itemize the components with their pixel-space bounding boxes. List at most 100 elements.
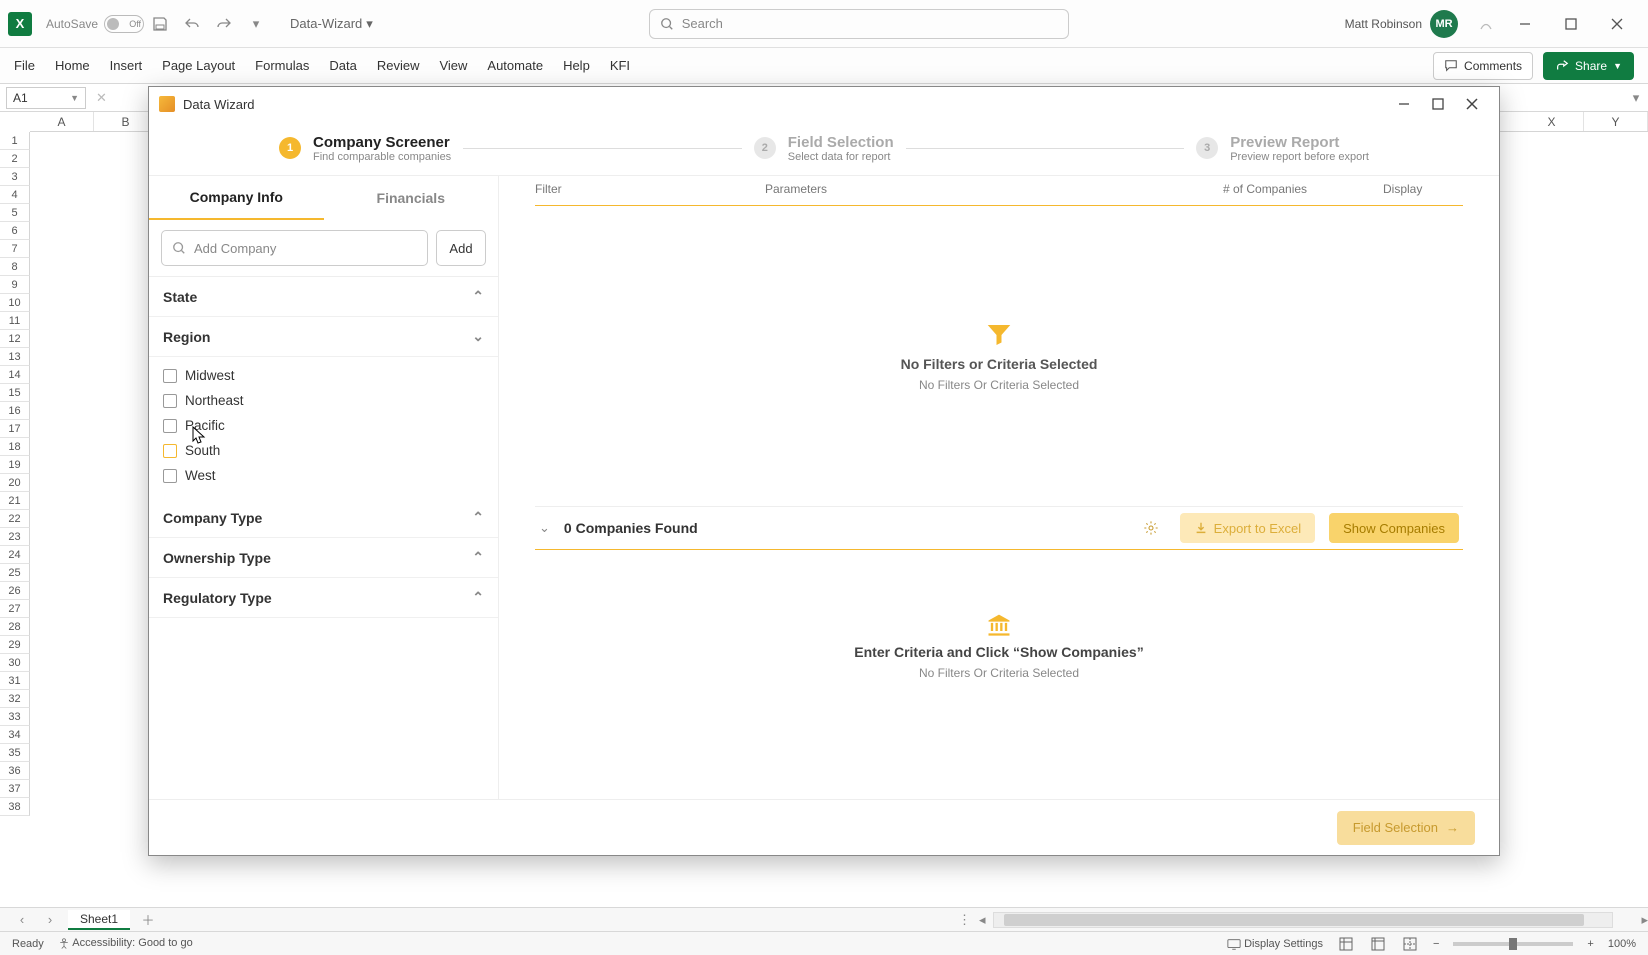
sheet-nav-prev-icon[interactable]: ‹: [12, 912, 32, 927]
results-collapse-icon[interactable]: ⌄: [539, 520, 550, 536]
row-header[interactable]: 27: [0, 600, 30, 618]
ribbon-tab-home[interactable]: Home: [55, 58, 90, 73]
fx-cancel-icon[interactable]: ✕: [96, 90, 107, 106]
row-header[interactable]: 38: [0, 798, 30, 816]
sheet-nav-next-icon[interactable]: ›: [40, 912, 60, 927]
row-header[interactable]: 9: [0, 276, 30, 294]
view-page-break-icon[interactable]: [1401, 935, 1419, 953]
row-header[interactable]: 19: [0, 456, 30, 474]
step-preview-report[interactable]: 3 Preview ReportPreview report before ex…: [1196, 134, 1369, 163]
row-header[interactable]: 14: [0, 366, 30, 384]
wizard-maximize-button[interactable]: [1421, 90, 1455, 118]
wizard-minimize-button[interactable]: [1387, 90, 1421, 118]
column-header[interactable]: Y: [1584, 112, 1648, 131]
display-settings-button[interactable]: Display Settings: [1227, 937, 1323, 951]
row-header[interactable]: 22: [0, 510, 30, 528]
ribbon-tab-formulas[interactable]: Formulas: [255, 58, 309, 73]
save-qat-icon[interactable]: [146, 10, 174, 38]
ribbon-tab-help[interactable]: Help: [563, 58, 590, 73]
wizard-close-button[interactable]: [1455, 90, 1489, 118]
checkbox-south[interactable]: South: [163, 438, 484, 463]
row-header[interactable]: 18: [0, 438, 30, 456]
column-header[interactable]: X: [1520, 112, 1584, 131]
section-regulatory-type[interactable]: Regulatory Type ⌃: [149, 578, 498, 618]
row-header[interactable]: 23: [0, 528, 30, 546]
ribbon-tab-data[interactable]: Data: [329, 58, 356, 73]
tell-me-search[interactable]: Search: [649, 9, 1069, 39]
row-header[interactable]: 2: [0, 150, 30, 168]
step-company-screener[interactable]: 1 Company ScreenerFind comparable compan…: [279, 134, 451, 163]
section-state[interactable]: State ⌃: [149, 277, 498, 317]
show-companies-button[interactable]: Show Companies: [1329, 513, 1459, 543]
qat-overflow-icon[interactable]: ▾: [242, 10, 270, 38]
view-normal-icon[interactable]: [1337, 935, 1355, 953]
row-header[interactable]: 15: [0, 384, 30, 402]
undo-qat-icon[interactable]: [178, 10, 206, 38]
ribbon-tab-insert[interactable]: Insert: [110, 58, 143, 73]
results-settings-button[interactable]: [1136, 513, 1166, 543]
export-to-excel-button[interactable]: Export to Excel: [1180, 513, 1315, 543]
row-header[interactable]: 3: [0, 168, 30, 186]
comments-button[interactable]: Comments: [1433, 52, 1533, 80]
row-header[interactable]: 25: [0, 564, 30, 582]
row-header[interactable]: 36: [0, 762, 30, 780]
row-header[interactable]: 16: [0, 402, 30, 420]
ribbon-tab-review[interactable]: Review: [377, 58, 420, 73]
ribbon-tab-automate[interactable]: Automate: [487, 58, 543, 73]
account-avatar[interactable]: MR: [1430, 10, 1458, 38]
add-company-input[interactable]: Add Company: [161, 230, 428, 266]
column-header[interactable]: A: [30, 112, 94, 131]
window-minimize-button[interactable]: [1502, 8, 1548, 40]
row-header[interactable]: 35: [0, 744, 30, 762]
row-header[interactable]: 29: [0, 636, 30, 654]
accessibility-status[interactable]: Accessibility: Good to go: [58, 937, 193, 949]
section-ownership-type[interactable]: Ownership Type ⌃: [149, 538, 498, 578]
coming-soon-icon[interactable]: [1472, 10, 1500, 38]
row-header[interactable]: 24: [0, 546, 30, 564]
row-header[interactable]: 8: [0, 258, 30, 276]
section-company-type[interactable]: Company Type ⌃: [149, 498, 498, 538]
sheet-tab-sheet1[interactable]: Sheet1: [68, 910, 130, 930]
row-header[interactable]: 30: [0, 654, 30, 672]
ribbon-tab-kfi[interactable]: KFI: [610, 58, 630, 73]
tab-company-info[interactable]: Company Info: [149, 176, 324, 220]
row-header[interactable]: 1: [0, 132, 30, 150]
row-header[interactable]: 12: [0, 330, 30, 348]
window-maximize-button[interactable]: [1548, 8, 1594, 40]
autosave-toggle[interactable]: Off: [104, 15, 144, 33]
row-header[interactable]: 5: [0, 204, 30, 222]
row-header[interactable]: 17: [0, 420, 30, 438]
row-header[interactable]: 7: [0, 240, 30, 258]
name-box[interactable]: A1 ▼: [6, 87, 86, 109]
row-header[interactable]: 13: [0, 348, 30, 366]
redo-qat-icon[interactable]: [210, 10, 238, 38]
zoom-slider[interactable]: [1453, 942, 1573, 946]
row-header[interactable]: 31: [0, 672, 30, 690]
row-header[interactable]: 4: [0, 186, 30, 204]
formula-bar-expand-icon[interactable]: ▾: [1624, 86, 1648, 110]
row-header[interactable]: 28: [0, 618, 30, 636]
ribbon-tab-view[interactable]: View: [439, 58, 467, 73]
zoom-in-button[interactable]: +: [1587, 938, 1593, 950]
row-header[interactable]: 10: [0, 294, 30, 312]
new-sheet-button[interactable]: ＋: [138, 910, 158, 929]
add-company-button[interactable]: Add: [436, 230, 486, 266]
share-button[interactable]: Share ▼: [1543, 52, 1634, 80]
tab-financials[interactable]: Financials: [324, 176, 499, 220]
checkbox-northeast[interactable]: Northeast: [163, 388, 484, 413]
row-header[interactable]: 32: [0, 690, 30, 708]
checkbox-west[interactable]: West: [163, 463, 484, 488]
hscroll-left-icon[interactable]: ◂: [979, 912, 986, 928]
row-header[interactable]: 33: [0, 708, 30, 726]
row-header[interactable]: 20: [0, 474, 30, 492]
row-header[interactable]: 21: [0, 492, 30, 510]
ribbon-tab-page-layout[interactable]: Page Layout: [162, 58, 235, 73]
checkbox-pacific[interactable]: Pacific: [163, 413, 484, 438]
row-header[interactable]: 11: [0, 312, 30, 330]
view-page-layout-icon[interactable]: [1369, 935, 1387, 953]
checkbox-midwest[interactable]: Midwest: [163, 363, 484, 388]
ribbon-tab-file[interactable]: File: [14, 58, 35, 73]
horizontal-scrollbar[interactable]: [993, 912, 1613, 928]
step-field-selection[interactable]: 2 Field SelectionSelect data for report: [754, 134, 894, 163]
section-region[interactable]: Region ⌄: [149, 317, 498, 357]
